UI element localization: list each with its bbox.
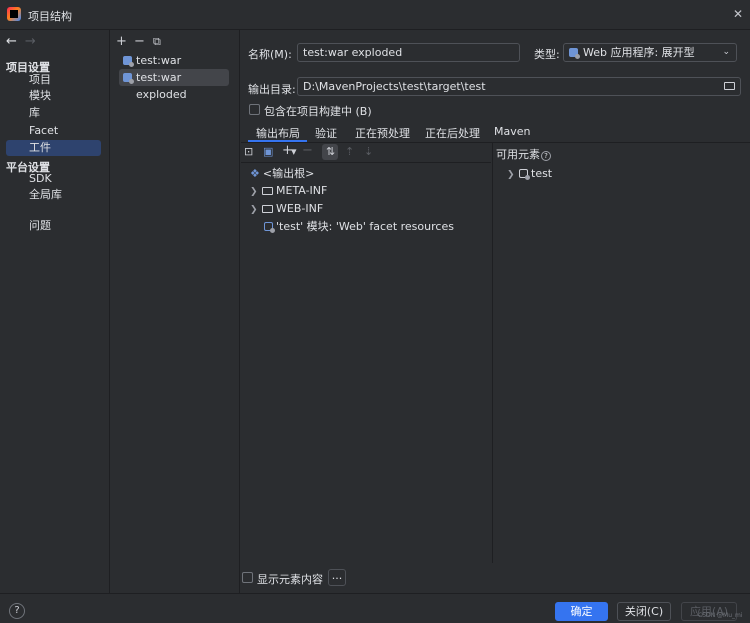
tabs-divider bbox=[241, 142, 750, 143]
more-options-button[interactable]: ... bbox=[328, 569, 346, 586]
browse-folder-icon[interactable] bbox=[724, 82, 735, 90]
move-up-icon[interactable]: ⇡ bbox=[345, 145, 354, 158]
nav-item-artifacts[interactable]: 工件 bbox=[6, 140, 101, 156]
tab-postprocessing[interactable]: 正在后处理 bbox=[425, 125, 480, 141]
artifact-label: test:war exploded bbox=[136, 71, 187, 101]
create-directory-icon[interactable]: ⊡ bbox=[244, 145, 253, 158]
include-in-build-checkbox[interactable] bbox=[249, 104, 260, 115]
tab-maven[interactable]: Maven bbox=[494, 125, 530, 138]
nav-item-global-libraries[interactable]: 全局库 bbox=[6, 187, 101, 203]
sort-elements-icon[interactable]: ⇅ bbox=[326, 145, 335, 158]
help-button[interactable]: ? bbox=[9, 603, 25, 619]
expand-arrow-icon[interactable]: ❯ bbox=[250, 202, 262, 219]
expand-arrow-icon[interactable]: ❯ bbox=[507, 167, 519, 184]
ok-button[interactable]: 确定 bbox=[555, 602, 608, 621]
watermark: CSDN @Mu_mi bbox=[698, 612, 743, 619]
remove-artifact-icon[interactable]: − bbox=[134, 34, 145, 49]
include-in-build-label: 包含在项目构建中 (B) bbox=[264, 105, 372, 118]
help-icon[interactable]: ? bbox=[541, 151, 551, 161]
layout-splitter[interactable] bbox=[492, 143, 493, 563]
artifact-label: test:war bbox=[136, 54, 182, 67]
tree-item-web-facet-resources[interactable]: 'test' 模块: 'Web' facet resources bbox=[264, 218, 454, 235]
output-dir-field[interactable]: D:\MavenProjects\test\target\test bbox=[297, 77, 741, 96]
type-value: Web 应用程序: 展开型 bbox=[583, 46, 695, 59]
name-label: 名称(M): bbox=[248, 48, 292, 61]
available-elements-label: 可用元素? bbox=[496, 146, 551, 162]
window-title: 项目结构 bbox=[28, 10, 72, 23]
copy-artifact-icon[interactable]: ⧉ bbox=[153, 35, 161, 49]
module-folder-icon bbox=[519, 169, 530, 180]
artifact-item-war[interactable]: test:war bbox=[119, 52, 229, 69]
show-content-label: 显示元素内容 bbox=[257, 573, 323, 586]
type-label: 类型: bbox=[534, 48, 560, 61]
web-app-icon bbox=[569, 48, 580, 59]
output-dir-label: 输出目录: bbox=[248, 83, 296, 96]
name-field[interactable]: test:war exploded bbox=[297, 43, 520, 62]
expand-arrow-icon[interactable]: ❯ bbox=[250, 184, 262, 201]
back-arrow-icon[interactable]: ← bbox=[6, 34, 17, 49]
show-content-checkbox[interactable] bbox=[242, 572, 253, 583]
tab-validation[interactable]: 验证 bbox=[315, 125, 337, 141]
artifact-item-war-exploded[interactable]: test:war exploded bbox=[119, 69, 229, 101]
intellij-logo-icon bbox=[7, 7, 21, 21]
chevron-down-icon: ⌄ bbox=[722, 47, 730, 57]
remove-element-icon[interactable]: − bbox=[302, 143, 313, 158]
forward-arrow-icon[interactable]: → bbox=[25, 34, 36, 49]
nav-item-project[interactable]: 项目 bbox=[6, 72, 101, 88]
nav-item-sdk[interactable]: SDK bbox=[6, 171, 101, 187]
nav-item-problems[interactable]: 问题 bbox=[6, 218, 101, 234]
type-dropdown[interactable]: Web 应用程序: 展开型 ⌄ bbox=[563, 43, 737, 62]
module-icon bbox=[264, 222, 275, 233]
add-dropdown-icon[interactable]: ▾ bbox=[291, 145, 297, 158]
output-root-icon: ❖ bbox=[250, 167, 260, 180]
new-archive-icon[interactable]: ▣ bbox=[263, 145, 273, 158]
nav-item-libraries[interactable]: 库 bbox=[6, 105, 101, 121]
artifact-icon bbox=[123, 73, 134, 84]
nav-item-modules[interactable]: 模块 bbox=[6, 88, 101, 104]
available-item-test[interactable]: ❯ test bbox=[507, 165, 552, 182]
move-down-icon[interactable]: ⇣ bbox=[364, 145, 373, 158]
artifact-icon bbox=[123, 56, 134, 67]
add-artifact-icon[interactable]: + bbox=[116, 34, 127, 49]
folder-icon bbox=[262, 205, 273, 213]
folder-icon bbox=[262, 187, 273, 195]
tab-output-layout[interactable]: 输出布局 bbox=[256, 125, 300, 141]
tree-item-meta-inf[interactable]: ❯ META-INF bbox=[250, 182, 327, 199]
close-button[interactable]: 关闭(C) bbox=[617, 602, 671, 621]
tree-toolbar-divider bbox=[241, 162, 491, 163]
footer-divider bbox=[0, 593, 750, 594]
artifacts-list-panel bbox=[111, 30, 240, 593]
tab-preprocessing[interactable]: 正在预处理 bbox=[355, 125, 410, 141]
output-dir-value: D:\MavenProjects\test\target\test bbox=[303, 80, 486, 93]
title-bar bbox=[0, 0, 750, 30]
close-window-icon[interactable]: ✕ bbox=[733, 7, 743, 21]
nav-history: ← → bbox=[6, 34, 44, 49]
tree-item-web-inf[interactable]: ❯ WEB-INF bbox=[250, 200, 323, 217]
nav-item-facets[interactable]: Facet bbox=[6, 123, 101, 139]
tree-item-output-root[interactable]: ❖ <输出根> bbox=[250, 165, 314, 182]
